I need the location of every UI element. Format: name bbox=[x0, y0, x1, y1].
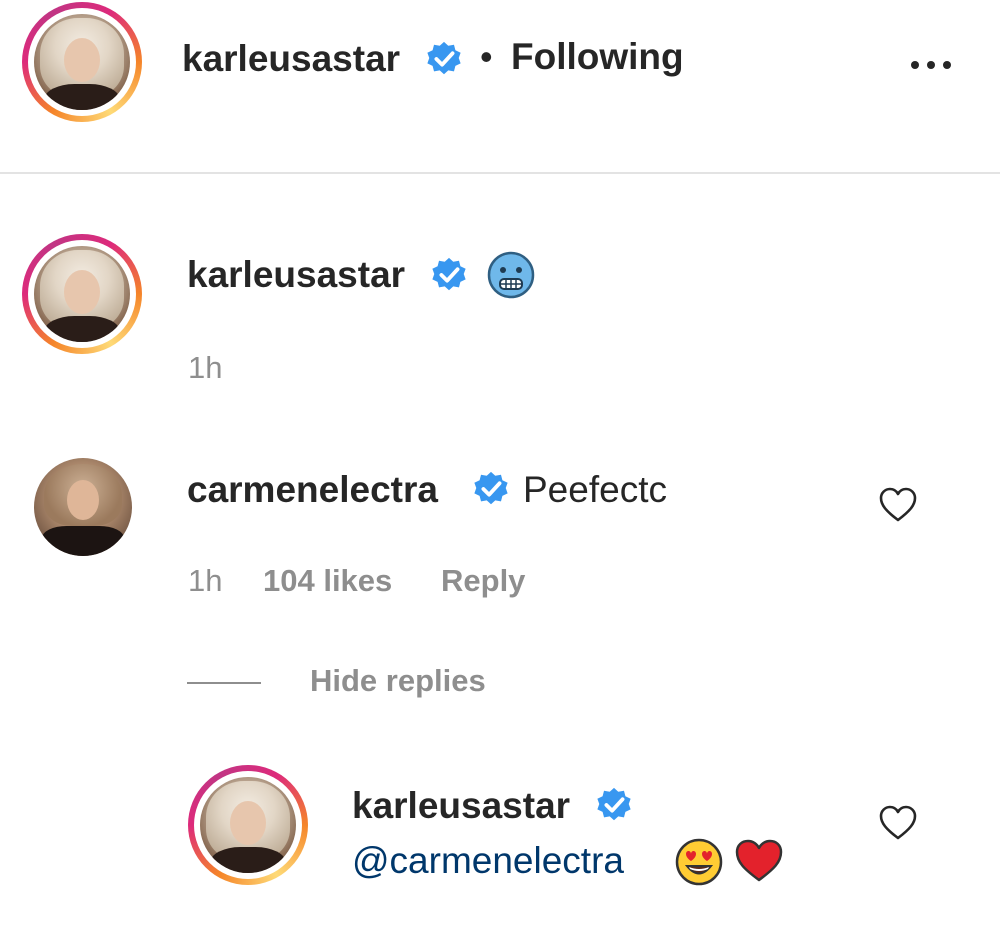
comment-username[interactable]: carmenelectra bbox=[187, 469, 438, 511]
caption-username[interactable]: karleusastar bbox=[187, 254, 405, 296]
hide-replies-line bbox=[187, 682, 261, 684]
hide-replies-button[interactable]: Hide replies bbox=[310, 663, 486, 699]
reply-mention-link[interactable]: @carmenelectra bbox=[352, 840, 624, 882]
verified-badge-icon bbox=[427, 41, 461, 75]
verified-badge-icon bbox=[474, 471, 508, 505]
avatar-photo bbox=[200, 777, 296, 873]
verified-badge-icon bbox=[432, 257, 466, 291]
heart-eyes-emoji bbox=[675, 838, 723, 886]
comment-time[interactable]: 1h bbox=[188, 563, 222, 599]
header-username[interactable]: karleusastar bbox=[182, 38, 400, 80]
comment-likes[interactable]: 104 likes bbox=[263, 563, 392, 599]
header-divider bbox=[0, 172, 1000, 174]
cold-face-emoji bbox=[487, 251, 535, 299]
comment-text: Peefectc bbox=[523, 469, 667, 510]
caption-avatar[interactable] bbox=[22, 234, 142, 354]
like-heart-icon[interactable] bbox=[878, 804, 918, 842]
following-button[interactable]: Following bbox=[511, 36, 684, 78]
more-horizontal-icon[interactable] bbox=[906, 55, 956, 75]
reply-avatar[interactable] bbox=[188, 765, 308, 885]
header-separator: • bbox=[480, 36, 493, 77]
reply-button[interactable]: Reply bbox=[441, 563, 525, 599]
like-heart-icon[interactable] bbox=[878, 486, 918, 524]
verified-badge-icon bbox=[597, 787, 631, 821]
red-heart-emoji bbox=[735, 839, 783, 882]
header-avatar[interactable] bbox=[22, 2, 142, 122]
reply-username[interactable]: karleusastar bbox=[352, 785, 570, 827]
avatar-photo bbox=[34, 14, 130, 110]
caption-time[interactable]: 1h bbox=[188, 350, 222, 386]
commenter-avatar[interactable] bbox=[34, 458, 132, 556]
avatar-photo bbox=[34, 246, 130, 342]
